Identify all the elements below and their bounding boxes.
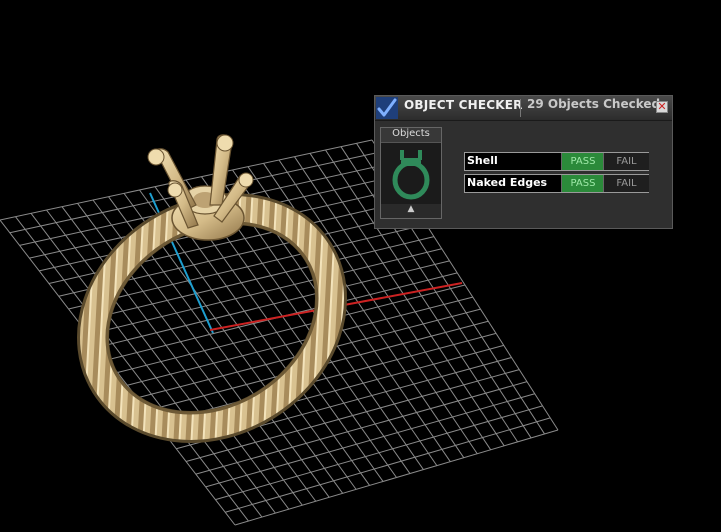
object-checker-panel: OBJECT CHECKER 29 Objects Checked ✕ Obje… bbox=[374, 95, 673, 229]
shell-pass-button[interactable]: PASS bbox=[561, 153, 604, 170]
checkmark-icon bbox=[376, 97, 398, 119]
close-button[interactable]: ✕ bbox=[656, 101, 668, 113]
check-label-shell: Shell bbox=[467, 154, 498, 167]
check-label-naked-edges: Naked Edges bbox=[467, 176, 548, 189]
3d-viewport[interactable] bbox=[0, 0, 721, 532]
naked-edges-fail-button[interactable]: FAIL bbox=[603, 175, 649, 192]
ring-thumbnail-icon[interactable] bbox=[383, 144, 439, 202]
objects-checked-count: 29 Objects Checked bbox=[527, 97, 661, 111]
objects-label: Objects bbox=[381, 128, 441, 143]
shell-fail-button[interactable]: FAIL bbox=[603, 153, 649, 170]
panel-titlebar[interactable]: OBJECT CHECKER 29 Objects Checked ✕ bbox=[375, 96, 672, 121]
check-row-naked-edges: Naked Edges PASS FAIL bbox=[464, 174, 649, 193]
title-divider bbox=[520, 99, 521, 117]
panel-title: OBJECT CHECKER bbox=[404, 98, 523, 112]
scroll-up-icon[interactable]: ▲ bbox=[381, 204, 441, 218]
objects-list[interactable]: Objects ▲ bbox=[380, 127, 442, 219]
check-row-shell: Shell PASS FAIL bbox=[464, 152, 649, 171]
naked-edges-pass-button[interactable]: PASS bbox=[561, 175, 604, 192]
